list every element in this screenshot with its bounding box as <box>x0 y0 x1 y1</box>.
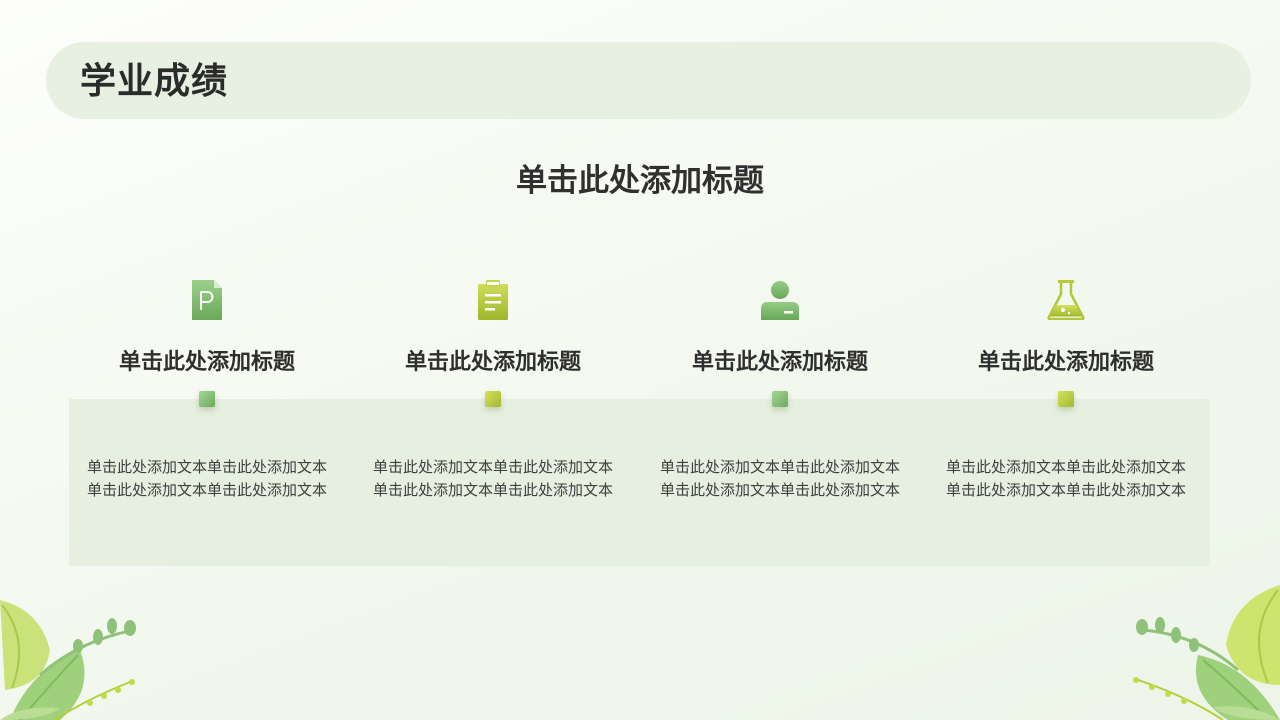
feature-column-2: 单击此处添加标题 单击此处添加文本单击此处添加文本单击此处添加文本单击此处添加文… <box>350 278 636 538</box>
column-title[interactable]: 单击此处添加标题 <box>64 346 350 380</box>
flask-icon <box>1044 278 1088 322</box>
clipboard-icon <box>471 278 515 322</box>
column-marker <box>772 391 788 407</box>
column-title[interactable]: 单击此处添加标题 <box>923 346 1209 380</box>
column-title[interactable]: 单击此处添加标题 <box>637 346 923 380</box>
column-marker <box>199 391 215 407</box>
column-text[interactable]: 单击此处添加文本单击此处添加文本单击此处添加文本单击此处添加文本 <box>939 456 1193 502</box>
column-text[interactable]: 单击此处添加文本单击此处添加文本单击此处添加文本单击此处添加文本 <box>366 456 620 502</box>
feature-column-1: 单击此处添加标题 单击此处添加文本单击此处添加文本单击此处添加文本单击此处添加文… <box>64 278 350 538</box>
column-marker <box>1058 391 1074 407</box>
section-subtitle[interactable]: 单击此处添加标题 <box>0 158 1280 204</box>
document-p-icon <box>185 278 229 322</box>
column-text[interactable]: 单击此处添加文本单击此处添加文本单击此处添加文本单击此处添加文本 <box>80 456 334 502</box>
feature-column-3: 单击此处添加标题 单击此处添加文本单击此处添加文本单击此处添加文本单击此处添加文… <box>637 278 923 538</box>
leaf-decoration-left-icon <box>0 600 136 720</box>
leaf-decoration-right-icon <box>1133 585 1280 720</box>
column-title[interactable]: 单击此处添加标题 <box>350 346 636 380</box>
feature-column-4: 单击此处添加标题 单击此处添加文本单击此处添加文本单击此处添加文本单击此处添加文… <box>923 278 1209 538</box>
column-marker <box>485 391 501 407</box>
user-id-icon <box>758 278 802 322</box>
column-text[interactable]: 单击此处添加文本单击此处添加文本单击此处添加文本单击此处添加文本 <box>653 456 907 502</box>
page-title: 学业成绩 <box>80 61 229 102</box>
